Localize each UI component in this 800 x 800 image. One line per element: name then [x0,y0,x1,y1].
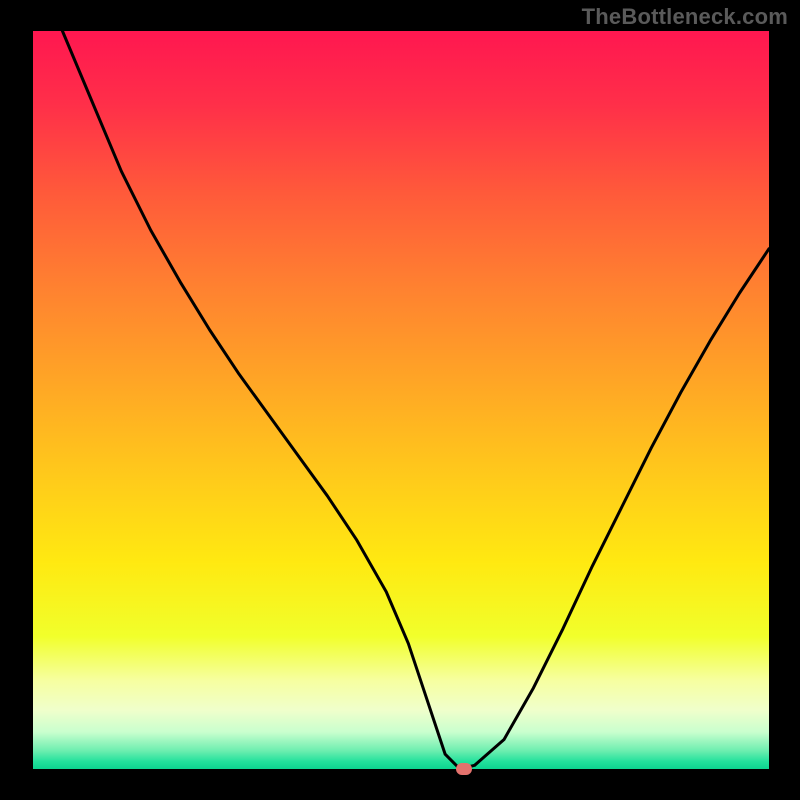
bottleneck-curve-path [62,31,769,769]
chart-frame: TheBottleneck.com [0,0,800,800]
bottleneck-marker [456,763,472,775]
plot-area [33,31,769,769]
bottleneck-curve [33,31,769,769]
watermark-label: TheBottleneck.com [582,4,788,30]
